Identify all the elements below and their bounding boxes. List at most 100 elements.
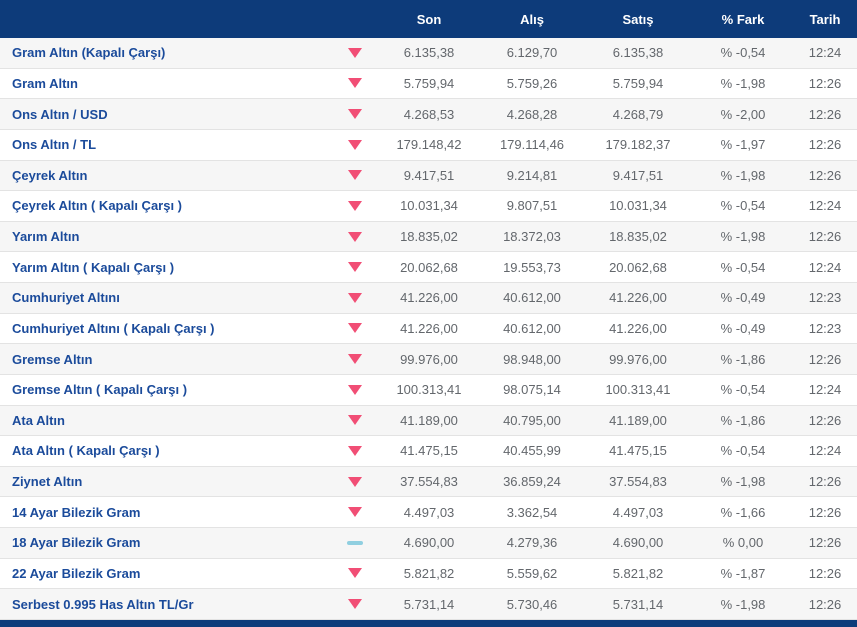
son-value: 18.835,02 bbox=[400, 229, 458, 245]
tarih-value: 12:26 bbox=[808, 596, 842, 612]
instrument-name-link[interactable]: Ons Altın / USD bbox=[0, 107, 333, 122]
table-row: Ata Altın 41.189,00 40.795,00 41.189,00 % -1… bbox=[0, 405, 857, 437]
direction-cell bbox=[333, 599, 377, 610]
instrument-name-link[interactable]: Gram Altın (Kapalı Çarşı) bbox=[0, 45, 333, 60]
tarih-value: 12:26 bbox=[808, 167, 842, 183]
table-row: 22 Ayar Bilezik Gram 5.821,82 5.559,62 5.82… bbox=[0, 558, 857, 590]
instrument-name-link[interactable]: Cumhuriyet Altını ( Kapalı Çarşı ) bbox=[0, 321, 333, 336]
price-down-triangle-icon bbox=[348, 568, 362, 579]
table-row: Ons Altın / TL 179.148,42 179.114,46 179.18… bbox=[0, 129, 857, 161]
instrument-name-link[interactable]: Yarım Altın bbox=[0, 229, 333, 244]
instrument-name-link[interactable]: Serbest 0.995 Has Altın TL/Gr bbox=[0, 597, 333, 612]
price-down-triangle-icon bbox=[348, 354, 362, 365]
price-down-triangle-icon bbox=[348, 139, 362, 150]
instrument-name-link[interactable]: Yarım Altın ( Kapalı Çarşı ) bbox=[0, 260, 333, 275]
table-row: Gram Altın (Kapalı Çarşı) 6.135,38 6.129,7… bbox=[0, 38, 857, 69]
header-tarih: Tarih bbox=[809, 11, 841, 27]
alis-value: 40.612,00 bbox=[503, 290, 561, 306]
son-value: 37.554,83 bbox=[400, 474, 458, 490]
satis-value: 4.268,79 bbox=[612, 106, 664, 122]
instrument-name-link[interactable]: 22 Ayar Bilezik Gram bbox=[0, 566, 333, 581]
instrument-name-link[interactable]: Ata Altın bbox=[0, 413, 333, 428]
tarih-value: 12:26 bbox=[808, 412, 842, 428]
instrument-name-link[interactable]: Çeyrek Altın ( Kapalı Çarşı ) bbox=[0, 198, 333, 213]
fark-value: % -0,49 bbox=[720, 290, 766, 306]
table-row: Çeyrek Altın ( Kapalı Çarşı ) 10.031,34 9.… bbox=[0, 191, 857, 222]
son-value: 179.148,42 bbox=[396, 137, 462, 153]
price-down-triangle-icon bbox=[348, 507, 362, 518]
fark-value: % -1,98 bbox=[720, 596, 766, 612]
direction-cell bbox=[333, 200, 377, 211]
instrument-name-link[interactable]: Ons Altın / TL bbox=[0, 137, 333, 152]
fark-value: % 0,00 bbox=[722, 535, 764, 551]
table-row: 14 Ayar Bilezik Gram 4.497,03 3.362,54 4.49… bbox=[0, 497, 857, 528]
alis-value: 40.612,00 bbox=[503, 320, 561, 336]
alis-value: 3.362,54 bbox=[506, 504, 558, 520]
table-row: Yarım Altın ( Kapalı Çarşı ) 20.062,68 19.… bbox=[0, 252, 857, 283]
direction-cell bbox=[333, 231, 377, 242]
price-down-triangle-icon bbox=[348, 170, 362, 181]
son-value: 100.313,41 bbox=[396, 382, 462, 398]
header-son: Son bbox=[416, 11, 442, 27]
instrument-name-link[interactable]: Gremse Altın bbox=[0, 352, 333, 367]
fark-value: % -1,97 bbox=[720, 137, 766, 153]
price-down-triangle-icon bbox=[348, 200, 362, 211]
direction-cell bbox=[333, 78, 377, 89]
table-row: Gremse Altın 99.976,00 98.948,00 99.976,00%… bbox=[0, 344, 857, 375]
satis-value: 9.417,51 bbox=[612, 167, 664, 183]
alis-value: 179.114,46 bbox=[499, 137, 565, 153]
table-row: 18 Ayar Bilezik Gram 4.690,00 4.279,36 4.69… bbox=[0, 528, 857, 559]
fark-value: % -0,54 bbox=[720, 382, 766, 398]
direction-cell bbox=[333, 384, 377, 395]
table-row: Ata Altın ( Kapalı Çarşı ) 41.475,15 40.45… bbox=[0, 436, 857, 467]
instrument-name-link[interactable]: Gram Altın bbox=[0, 76, 333, 91]
tarih-value: 12:23 bbox=[808, 320, 842, 336]
table-row: Cumhuriyet Altını 41.226,00 40.612,00 41.22… bbox=[0, 283, 857, 314]
instrument-name-link[interactable]: 14 Ayar Bilezik Gram bbox=[0, 505, 333, 520]
fark-value: % -2,00 bbox=[720, 106, 766, 122]
satis-value: 99.976,00 bbox=[609, 351, 667, 367]
instrument-name-link[interactable]: Ziynet Altın bbox=[0, 474, 333, 489]
instrument-name-link[interactable]: 18 Ayar Bilezik Gram bbox=[0, 535, 333, 550]
alis-value: 4.279,36 bbox=[506, 535, 558, 551]
instrument-name-link[interactable]: Ata Altın ( Kapalı Çarşı ) bbox=[0, 443, 333, 458]
son-value: 41.475,15 bbox=[400, 443, 458, 459]
son-value: 10.031,34 bbox=[400, 198, 458, 214]
son-value: 41.189,00 bbox=[400, 412, 458, 428]
direction-cell bbox=[333, 292, 377, 303]
tarih-value: 12:24 bbox=[808, 198, 842, 214]
satis-value: 41.226,00 bbox=[609, 290, 667, 306]
satis-value: 20.062,68 bbox=[609, 259, 667, 275]
price-down-triangle-icon bbox=[348, 231, 362, 242]
fark-value: % -1,66 bbox=[720, 504, 766, 520]
direction-cell bbox=[333, 109, 377, 120]
fark-value: % -1,87 bbox=[720, 565, 766, 581]
instrument-name-link[interactable]: Cumhuriyet Altını bbox=[0, 290, 333, 305]
alis-value: 5.759,26 bbox=[506, 75, 558, 91]
fark-value: % -1,98 bbox=[720, 229, 766, 245]
son-value: 41.226,00 bbox=[400, 290, 458, 306]
table-row: Ziynet Altın 37.554,83 36.859,24 37.554,83%… bbox=[0, 466, 857, 498]
gold-prices-table: Son Alış Satış % Fark Tarih Gram Altın (… bbox=[0, 0, 857, 627]
alis-value: 6.129,70 bbox=[506, 45, 558, 61]
satis-value: 5.821,82 bbox=[612, 565, 664, 581]
header-fark: % Fark bbox=[721, 11, 765, 27]
tarih-value: 12:26 bbox=[808, 106, 842, 122]
satis-value: 5.731,14 bbox=[612, 596, 664, 612]
satis-value: 6.135,38 bbox=[612, 45, 664, 61]
instrument-name-link[interactable]: Gremse Altın ( Kapalı Çarşı ) bbox=[0, 382, 333, 397]
tarih-value: 12:26 bbox=[808, 565, 842, 581]
son-value: 41.226,00 bbox=[400, 320, 458, 336]
instrument-name-link[interactable]: Çeyrek Altın bbox=[0, 168, 333, 183]
alis-value: 36.859,24 bbox=[503, 474, 561, 490]
son-value: 5.821,82 bbox=[403, 565, 455, 581]
direction-cell bbox=[333, 445, 377, 456]
tarih-value: 12:24 bbox=[808, 45, 842, 61]
fark-value: % -0,54 bbox=[720, 259, 766, 275]
direction-cell bbox=[333, 476, 377, 487]
fark-value: % -1,98 bbox=[720, 474, 766, 490]
fark-value: % -1,98 bbox=[720, 75, 766, 91]
tarih-value: 12:24 bbox=[808, 259, 842, 275]
price-down-triangle-icon bbox=[348, 445, 362, 456]
header-satis: Satış bbox=[622, 11, 654, 27]
